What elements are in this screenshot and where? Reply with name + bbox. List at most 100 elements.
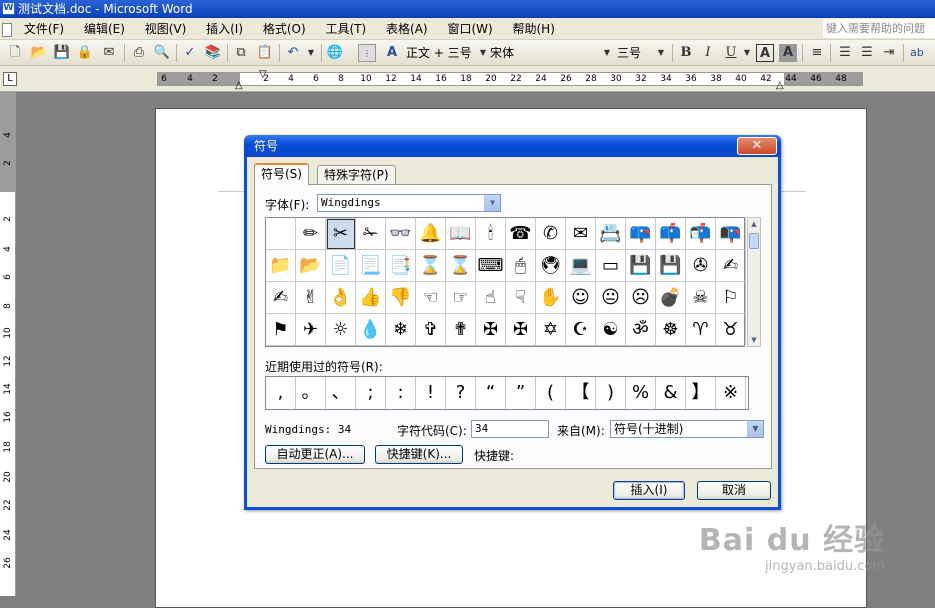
- symbol-cell[interactable]: ✍: [266, 282, 296, 314]
- symbol-cell[interactable]: 💾: [626, 250, 656, 282]
- font-select[interactable]: Wingdings ▼: [317, 194, 501, 212]
- symbol-cell[interactable]: ✠: [506, 314, 536, 346]
- insert-button[interactable]: 插入(I): [613, 481, 685, 500]
- menu-table[interactable]: 表格(A): [378, 18, 436, 40]
- character-code-input[interactable]: 34: [471, 420, 549, 438]
- symbol-cell[interactable]: 👎: [386, 282, 416, 314]
- symbol-cell[interactable]: ♈: [686, 314, 716, 346]
- symbol-cell[interactable]: 💧: [356, 314, 386, 346]
- symbol-cell[interactable]: 📁: [266, 250, 296, 282]
- symbol-cell[interactable]: [266, 218, 296, 250]
- symbol-cell[interactable]: 🖲: [536, 250, 566, 282]
- symbol-cell[interactable]: 🖱: [506, 250, 536, 282]
- symbol-cell[interactable]: ✡: [536, 314, 566, 346]
- research-icon[interactable]: 📚: [204, 44, 222, 62]
- more-icon[interactable]: ⋮: [358, 44, 376, 62]
- open-icon[interactable]: 📂: [30, 44, 48, 62]
- symbol-cell[interactable]: ✞: [416, 314, 446, 346]
- symbol-cell[interactable]: ☯: [596, 314, 626, 346]
- symbol-cell[interactable]: ☞: [446, 282, 476, 314]
- tab-stop-selector[interactable]: L: [3, 72, 17, 86]
- recent-symbol-cell[interactable]: ;: [356, 377, 386, 409]
- menu-edit[interactable]: 编辑(E): [76, 18, 133, 40]
- font-combo[interactable]: 宋体: [490, 44, 514, 62]
- symbol-cell[interactable]: ✍: [716, 250, 746, 282]
- first-line-indent-marker[interactable]: ▽: [259, 69, 267, 80]
- symbol-cell[interactable]: 📂: [296, 250, 326, 282]
- symbol-cell[interactable]: 📫: [656, 218, 686, 250]
- chevron-down-icon[interactable]: ▼: [484, 195, 500, 211]
- from-select[interactable]: 符号(十进制) ▼: [610, 420, 764, 438]
- close-button[interactable]: ✕: [737, 137, 777, 155]
- menu-file[interactable]: 文件(F): [16, 18, 72, 40]
- symbol-cell[interactable]: ⚐: [716, 282, 746, 314]
- recent-symbol-cell[interactable]: 。: [296, 377, 326, 409]
- symbol-cell[interactable]: ✂: [326, 218, 356, 250]
- symbol-cell[interactable]: 💣: [656, 282, 686, 314]
- scroll-thumb[interactable]: [749, 233, 759, 249]
- recent-symbol-cell[interactable]: 【: [566, 377, 596, 409]
- recent-symbol-cell[interactable]: :: [386, 377, 416, 409]
- symbol-cell[interactable]: ☎: [506, 218, 536, 250]
- menu-insert[interactable]: 插入(I): [198, 18, 251, 40]
- symbol-cell[interactable]: ✠: [476, 314, 506, 346]
- symbol-cell[interactable]: ⌛: [416, 250, 446, 282]
- tab-symbols[interactable]: 符号(S): [254, 163, 309, 185]
- tab-special-characters[interactable]: 特殊字符(P): [317, 165, 396, 184]
- left-indent-marker[interactable]: △: [235, 80, 243, 91]
- symbol-cell[interactable]: ⌨: [476, 250, 506, 282]
- symbol-cell[interactable]: 📑: [386, 250, 416, 282]
- menu-window[interactable]: 窗口(W): [439, 18, 500, 40]
- italic-button[interactable]: I: [699, 44, 717, 62]
- underline-dropdown-icon[interactable]: ▼: [738, 44, 756, 62]
- copy-icon[interactable]: ⧉: [232, 44, 250, 62]
- symbol-cell[interactable]: 📪: [626, 218, 656, 250]
- recent-symbol-cell[interactable]: (: [536, 377, 566, 409]
- char-border-icon[interactable]: A: [756, 44, 774, 62]
- symbol-cell[interactable]: ☺: [566, 282, 596, 314]
- dialog-title-bar[interactable]: 符号 ✕: [244, 135, 781, 157]
- autocorrect-button[interactable]: 自动更正(A)...: [265, 445, 365, 464]
- recent-symbol-cell[interactable]: 、: [326, 377, 356, 409]
- symbol-cell[interactable]: ✋: [536, 282, 566, 314]
- email-icon[interactable]: ✉: [100, 44, 118, 62]
- recent-symbol-cell[interactable]: ,: [266, 377, 296, 409]
- recent-symbol-cell[interactable]: %: [626, 377, 656, 409]
- recent-symbol-cell[interactable]: !: [416, 377, 446, 409]
- symbol-cell[interactable]: ☠: [686, 282, 716, 314]
- char-shading-icon[interactable]: A: [779, 44, 797, 62]
- symbol-cell[interactable]: 👌: [326, 282, 356, 314]
- undo-icon[interactable]: ↶: [284, 44, 302, 62]
- symbol-cell[interactable]: ☸: [656, 314, 686, 346]
- symbol-cell[interactable]: ✏: [296, 218, 326, 250]
- resize-grip-icon[interactable]: ⋰: [767, 496, 777, 506]
- symbol-grid[interactable]: ✏ ✂ ✁ 👓 🔔 📖 🕯 ☎ ✆ ✉ 📇 📪 📫 📬 📭 📁 📂 📄 📃 📑 ⌛ ⌛ ⌨ 🖱 🖲 💻 ▭ 💾 💾 ✇ ✍ ✍ ✌ 👌 👍 👎 ☜ ☞ ☝ ☟…: [265, 217, 746, 347]
- bold-button[interactable]: B: [677, 44, 695, 62]
- symbol-cell[interactable]: ☼: [326, 314, 356, 346]
- symbol-cell[interactable]: ✆: [536, 218, 566, 250]
- symbol-cell[interactable]: 📭: [716, 218, 746, 250]
- symbol-cell[interactable]: 📖: [446, 218, 476, 250]
- spelling-icon[interactable]: ✓: [181, 44, 199, 62]
- symbol-cell[interactable]: ✁: [356, 218, 386, 250]
- chevron-down-icon[interactable]: ▼: [747, 421, 763, 437]
- font-size-combo[interactable]: 三号: [617, 44, 641, 62]
- help-question-input[interactable]: 键入需要帮助的问题: [823, 19, 935, 38]
- symbol-cell[interactable]: ▭: [596, 250, 626, 282]
- symbol-cell[interactable]: 📃: [356, 250, 386, 282]
- permission-icon[interactable]: 🔒: [76, 44, 94, 62]
- symbol-grid-scrollbar[interactable]: ▲ ▼: [747, 217, 761, 347]
- styles-icon[interactable]: A: [383, 44, 401, 62]
- symbol-cell[interactable]: ♉: [716, 314, 746, 346]
- highlight-icon[interactable]: ab: [908, 44, 926, 62]
- scroll-up-icon[interactable]: ▲: [748, 218, 760, 230]
- symbol-cell[interactable]: 📬: [686, 218, 716, 250]
- symbol-cell[interactable]: ✉: [566, 218, 596, 250]
- document-icon[interactable]: [2, 22, 12, 37]
- numbering-icon[interactable]: ☰: [836, 44, 854, 62]
- cancel-button[interactable]: 取消: [697, 481, 771, 500]
- save-icon[interactable]: 💾: [53, 44, 71, 62]
- symbol-cell[interactable]: ⌛: [446, 250, 476, 282]
- style-combo[interactable]: 正文 + 三号: [406, 44, 472, 62]
- recent-symbol-cell[interactable]: ”: [506, 377, 536, 409]
